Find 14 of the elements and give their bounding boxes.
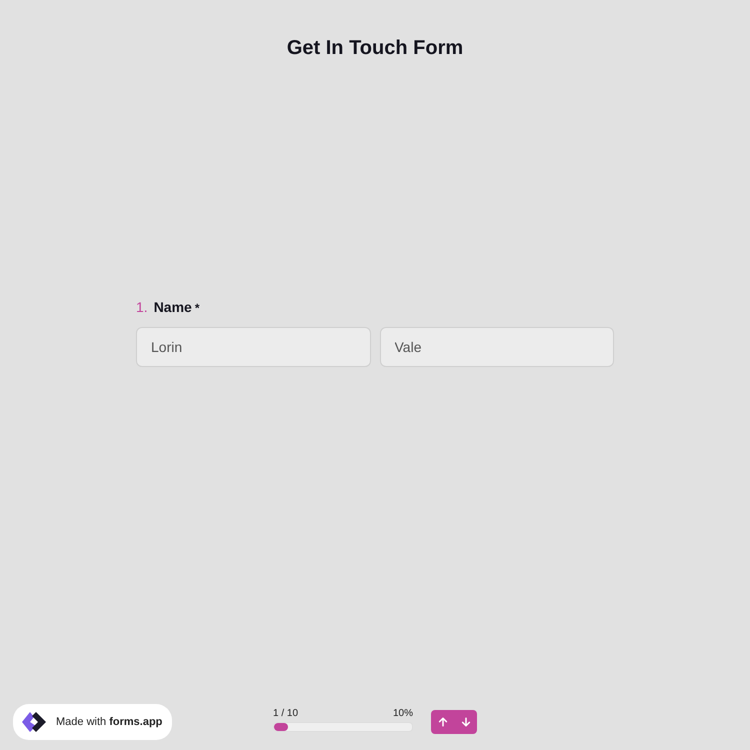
next-button[interactable] — [454, 710, 477, 734]
progress-count: 1 / 10 — [273, 708, 298, 719]
progress-percent: 10% — [392, 708, 413, 719]
badge-text: Made with forms.app — [56, 716, 162, 728]
made-with-badge[interactable]: Made with forms.app — [13, 704, 172, 740]
form-title: Get In Touch Form — [286, 37, 464, 60]
required-mark: * — [194, 301, 200, 315]
input-field[interactable]: Vale — [380, 327, 614, 367]
question-label: Name — [154, 299, 192, 315]
question-number: 1. — [136, 299, 148, 315]
arrow-up-icon — [436, 716, 448, 728]
arrow-down-icon — [460, 716, 472, 728]
input-field[interactable]: Lorin — [136, 327, 370, 367]
previous-button[interactable] — [431, 710, 454, 734]
